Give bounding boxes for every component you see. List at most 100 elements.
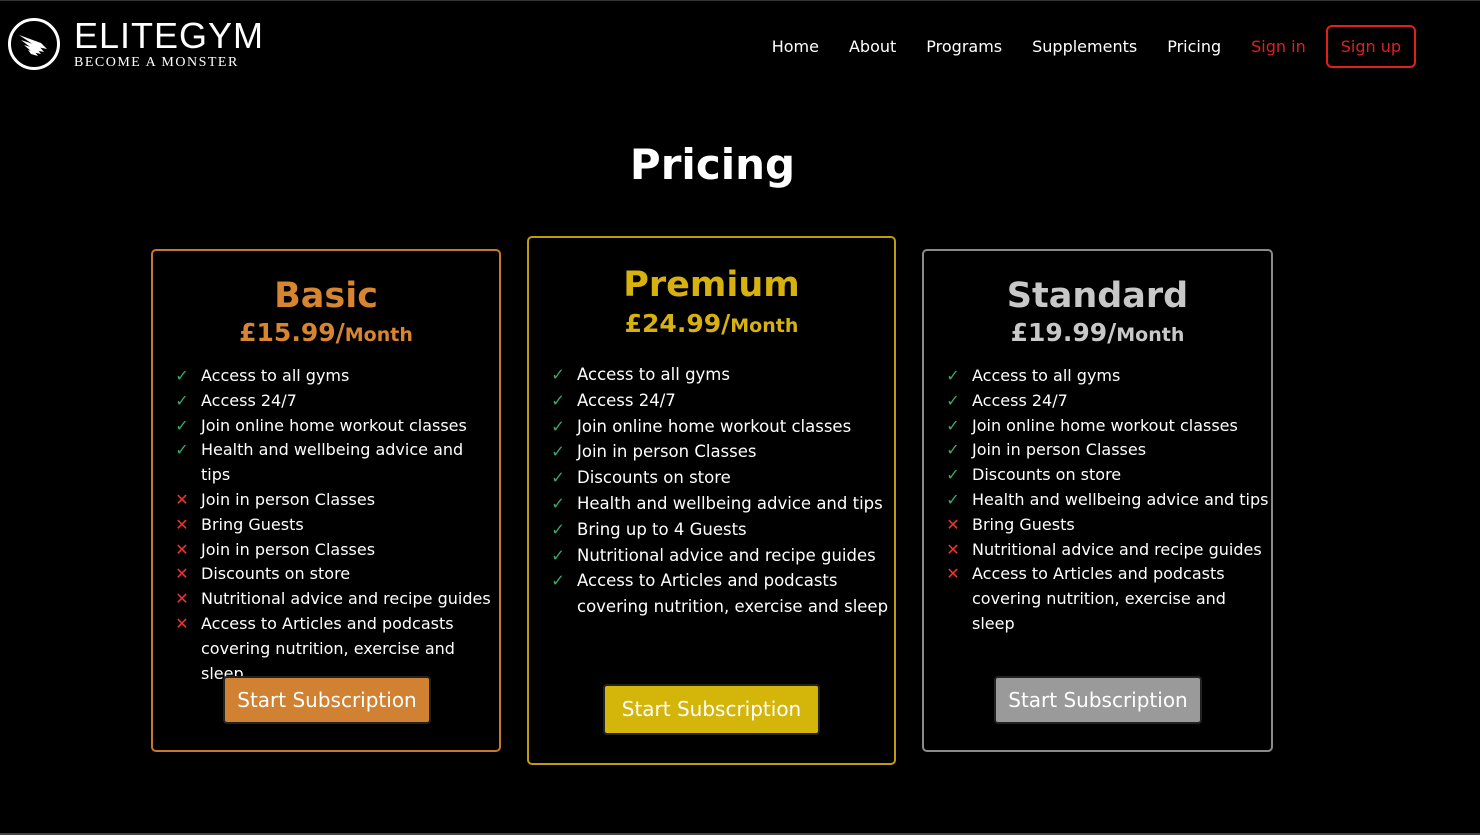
feature-item: ✓ Health and wellbeing advice and tips [549,491,889,517]
feature-list: ✓ Access to all gyms ✓ Access 24/7 ✓ Join onl… [944,364,1269,637]
check-icon: ✓ [551,442,565,462]
feature-text: Bring Guests [972,514,1075,534]
cross-icon: ✕ [175,489,189,509]
cross-icon: ✕ [175,514,189,534]
check-icon: ✓ [551,519,565,539]
feature-item: ✕ Nutritional advice and recipe guides [944,538,1269,563]
cross-icon: ✕ [175,539,189,559]
feature-item: ✓ Join online home workout classes [944,414,1269,439]
signin-link[interactable]: Sign in [1251,37,1306,56]
plan-card-premium: Premium £24.99/Month ✓ Access to all gyms… [527,236,896,765]
feature-text: Nutritional advice and recipe guides [201,589,491,609]
nav-pricing[interactable]: Pricing [1167,37,1221,56]
feature-item: ✓ Access to all gyms [944,364,1269,389]
feature-item: ✕ Bring Guests [944,513,1269,538]
plan-price: £15.99/Month [153,318,499,347]
feature-item: ✓ Join online home workout classes [549,414,889,440]
nav-programs[interactable]: Programs [926,37,1002,56]
feature-text: Join in person Classes [577,442,757,462]
nav-about[interactable]: About [849,37,896,56]
feature-text: Access to Articles and podcasts covering… [577,571,889,617]
cross-icon: ✕ [946,564,960,584]
feature-text: Access 24/7 [577,390,676,410]
feature-text: Join in person Classes [972,440,1147,460]
feature-text: Access 24/7 [972,390,1068,410]
feature-text: Health and wellbeing advice and tips [201,440,464,485]
plan-name: Basic [274,276,378,316]
check-icon: ✓ [551,545,565,565]
feature-text: Nutritional advice and recipe guides [577,545,876,565]
start-subscription-button[interactable]: Start Subscription [994,676,1202,724]
feature-text: Join in person Classes [201,489,376,509]
feature-item: ✓ Discounts on store [549,465,889,491]
feature-text: Access to all gyms [972,366,1121,385]
feature-text: Nutritional advice and recipe guides [972,539,1262,559]
check-icon: ✓ [551,493,565,513]
feature-text: Access to Articles and podcasts covering… [201,613,455,683]
check-icon: ✓ [551,571,565,591]
feature-text: Bring Guests [201,514,304,534]
feature-item: ✕ Join in person Classes [173,538,493,563]
price-amount: £24.99/ [624,309,731,338]
check-icon: ✓ [946,440,960,460]
plan-name: Standard [1006,276,1189,316]
feature-text: Bring up to 4 Guests [577,519,747,539]
price-unit: Month [344,324,413,346]
feature-text: Join online home workout classes [201,415,467,435]
main-nav: Home About Programs Supplements Pricing … [742,24,1416,69]
brand-tagline: BECOME A MONSTER [74,55,239,70]
feature-text: Access to all gyms [201,366,350,385]
plan-price: £19.99/Month [924,318,1271,347]
check-icon: ✓ [551,365,565,384]
check-icon: ✓ [946,366,960,385]
feature-item: ✓ Access 24/7 [173,389,493,414]
plan-card-standard: Standard £19.99/Month ✓ Access to all gym… [922,249,1273,752]
price-unit: Month [730,315,799,337]
feature-list: ✓ Access to all gyms ✓ Access 24/7 ✓ Join onl… [173,364,493,686]
feature-text: Access to Articles and podcasts covering… [972,564,1226,633]
feature-text: Health and wellbeing advice and tips [577,493,883,513]
check-icon: ✓ [175,366,189,385]
nav-supplements[interactable]: Supplements [1032,37,1137,56]
feature-item: ✓ Nutritional advice and recipe guides [549,543,889,569]
logo[interactable]: ELITEGYM BECOME A MONSTER [8,18,264,70]
feature-text: Join online home workout classes [972,415,1238,435]
price-amount: £19.99/ [1010,318,1117,347]
feature-item: ✓ Discounts on store [944,463,1269,488]
check-icon: ✓ [946,415,960,435]
feature-item: ✓ Access 24/7 [944,389,1269,414]
plan-card-basic: Basic £15.99/Month ✓ Access to all gyms ✓ A… [151,249,501,752]
feature-item: ✓ Access to all gyms [549,362,889,388]
check-icon: ✓ [175,415,189,435]
feature-item: ✓ Join in person Classes [549,439,889,465]
feature-item: ✓ Health and wellbeing advice and tips [944,488,1269,513]
feature-text: Access to all gyms [577,365,730,384]
signup-button[interactable]: Sign up [1325,25,1416,68]
feature-text: Discounts on store [577,468,731,488]
feature-text: Discounts on store [972,465,1122,485]
feature-item: ✓ Health and wellbeing advice and tips [173,438,493,488]
feature-list: ✓ Access to all gyms ✓ Access 24/7 ✓ Join onl… [549,362,889,620]
feature-item: ✓ Bring up to 4 Guests [549,517,889,543]
page-title: Pricing [629,140,796,189]
feature-text: Health and wellbeing advice and tips [972,489,1269,509]
feature-item: ✓ Access 24/7 [549,388,889,414]
plan-price: £24.99/Month [529,309,894,338]
brand-name: ELITEGYM [74,15,265,56]
check-icon: ✓ [551,416,565,436]
feature-item: ✓ Join online home workout classes [173,414,493,439]
check-icon: ✓ [175,440,189,460]
feature-text: Join in person Classes [201,539,376,559]
feature-item: ✓ Join in person Classes [944,438,1269,463]
feature-item: ✕ Bring Guests [173,513,493,538]
cross-icon: ✕ [175,564,189,584]
price-unit: Month [1116,324,1185,346]
check-icon: ✓ [551,390,565,410]
start-subscription-button[interactable]: Start Subscription [603,684,820,735]
check-icon: ✓ [946,465,960,485]
nav-home[interactable]: Home [772,37,819,56]
feature-item: ✕ Nutritional advice and recipe guides [173,587,493,612]
start-subscription-button[interactable]: Start Subscription [223,676,431,724]
price-amount: £15.99/ [239,318,345,347]
feature-item: ✓ Access to Articles and podcasts coverin… [549,568,889,620]
